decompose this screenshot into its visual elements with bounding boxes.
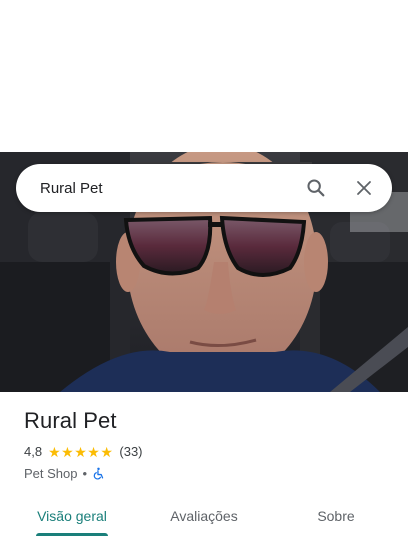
rating-row[interactable]: 4,8 ★ ★ ★ ★ ★ (33) (24, 444, 143, 459)
active-tab-indicator (36, 533, 108, 536)
separator-dot: • (82, 466, 88, 481)
search-input[interactable]: Rural Pet (16, 180, 292, 197)
search-button[interactable] (292, 164, 340, 212)
tab-label: Visão geral (37, 508, 107, 524)
tab-label: Avaliações (170, 508, 238, 524)
star-icon: ★ (100, 443, 113, 460)
star-icon: ★ (61, 443, 74, 460)
star-icon: ★ (48, 443, 61, 460)
tab-about[interactable]: Sobre (264, 496, 408, 536)
place-category: Pet Shop (24, 466, 78, 481)
close-button[interactable] (340, 164, 392, 212)
search-bar[interactable]: Rural Pet (16, 164, 392, 212)
place-title: Rural Pet (24, 408, 117, 433)
tab-bar: Visão geral Avaliações Sobre (0, 496, 408, 544)
tab-overview[interactable]: Visão geral (0, 496, 144, 536)
tab-label: Sobre (317, 508, 355, 524)
rating-value: 4,8 (24, 444, 43, 459)
place-page: Rural Pet Rural Pet 4,8 ★ ★ ★ ★ ★ (33) P… (0, 0, 408, 544)
tab-reviews[interactable]: Avaliações (144, 496, 264, 536)
close-icon (357, 181, 371, 195)
star-rating: ★ ★ ★ ★ ★ (48, 445, 113, 459)
star-icon: ★ (87, 443, 100, 460)
review-count[interactable]: (33) (119, 444, 142, 459)
wheelchair-icon (93, 467, 104, 480)
category-row: Pet Shop • (24, 466, 105, 481)
star-icon: ★ (74, 443, 87, 460)
search-icon (307, 179, 325, 197)
